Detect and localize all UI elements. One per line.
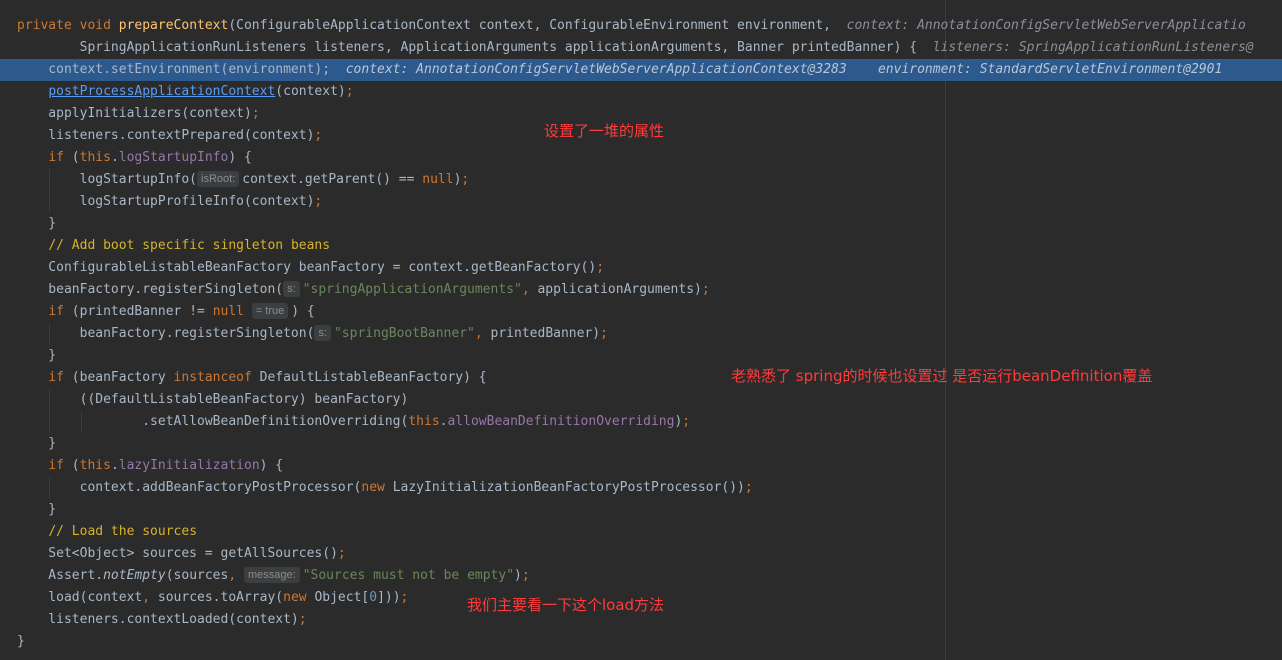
value-hint-true: = true [251,303,289,319]
code-line-11[interactable]: // Add boot specific singleton beans [0,235,1282,257]
code-line-15[interactable]: beanFactory.registerSingleton(s: "springB… [0,323,1282,345]
code-line-26[interactable]: Assert.notEmpty(sources, message: "Source… [0,565,1282,587]
code-line-18[interactable]: ((DefaultListableBeanFactory) beanFactor… [0,389,1282,411]
annotation-note-properties: 设置了一堆的属性 [544,122,665,140]
code-line-10[interactable]: } [0,213,1282,235]
annotation-note-load: 我们主要看一下这个load方法 [467,596,665,614]
debug-value-environment: environment: StandardServletEnvironment@… [877,62,1223,77]
code-line-2[interactable]: SpringApplicationRunListeners listeners,… [0,37,1282,59]
current-execution-line[interactable]: context.setEnvironment(environment); con… [0,59,1282,81]
code-line-23[interactable]: } [0,499,1282,521]
code-line-7[interactable]: if (this.logStartupInfo) { [0,147,1282,169]
code-line-12[interactable]: ConfigurableListableBeanFactory beanFact… [0,257,1282,279]
code-line-1[interactable]: private void prepareContext(Configurable… [0,15,1282,37]
code-line-22[interactable]: context.addBeanFactoryPostProcessor(new … [0,477,1282,499]
code-line-4[interactable]: postProcessApplicationContext(context); [0,81,1282,103]
code-line-29[interactable]: } [0,631,1282,653]
method-link-postProcessApplicationContext[interactable]: postProcessApplicationContext [48,84,275,99]
debug-value-context-instance: context: AnnotationConfigServletWebServe… [345,62,847,77]
annotation-note-override: 老熟悉了 spring的时候也设置过 是否运行beanDefinition覆盖 [731,367,1153,385]
debug-value-context: context: AnnotationConfigServletWebServe… [846,18,1246,33]
param-hint-s: s: [314,325,331,341]
param-hint-s: s: [283,281,300,297]
code-line-13[interactable]: beanFactory.registerSingleton(s: "springA… [0,279,1282,301]
debug-value-listeners: listeners: SpringApplicationRunListeners… [932,40,1254,55]
param-hint-isRoot: isRoot: [197,171,240,187]
code-line-25[interactable]: Set<Object> sources = getAllSources(); [0,543,1282,565]
code-line-19[interactable]: .setAllowBeanDefinitionOverriding(this.a… [0,411,1282,433]
code-editor[interactable]: private void prepareContext(Configurable… [0,0,1282,660]
code-line-21[interactable]: if (this.lazyInitialization) { [0,455,1282,477]
code-line-16[interactable]: } [0,345,1282,367]
param-hint-message: message: [244,567,300,583]
code-line-14[interactable]: if (printedBanner != null = true) { [0,301,1282,323]
code-line-9[interactable]: logStartupProfileInfo(context); [0,191,1282,213]
code-line-8[interactable]: logStartupInfo(isRoot: context.getParent(… [0,169,1282,191]
code-line-24[interactable]: // Load the sources [0,521,1282,543]
code-line-20[interactable]: } [0,433,1282,455]
